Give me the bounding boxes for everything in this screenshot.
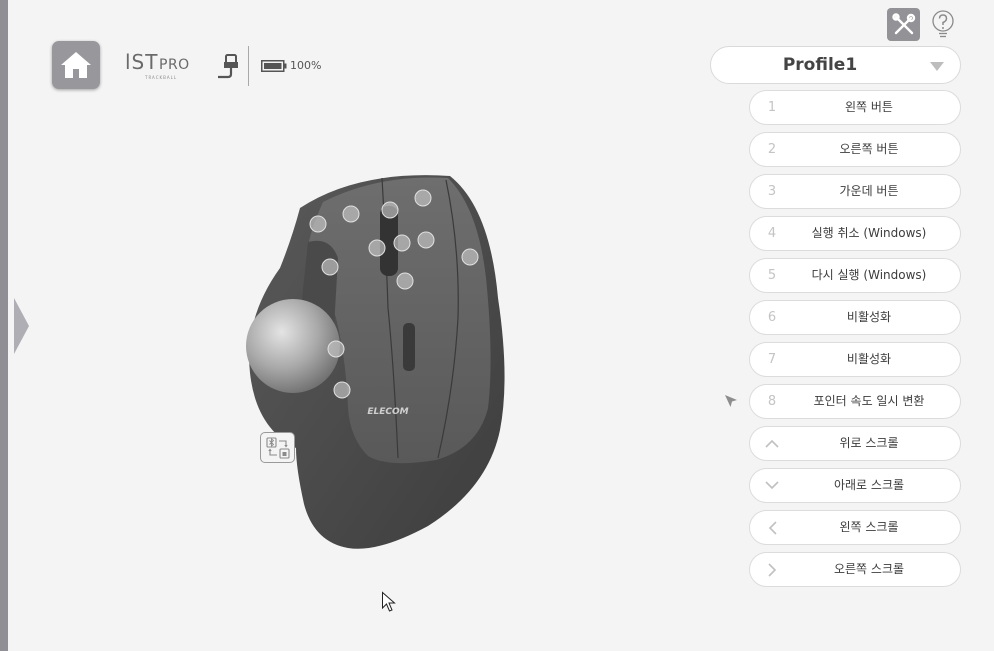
button-3-assignment[interactable]: 3 가운데 버튼 (749, 174, 961, 209)
trackball (246, 299, 340, 393)
trackball-mouse-image: ELECOM (246, 175, 505, 549)
button-number: 3 (767, 184, 777, 199)
button-function-label: 왼쪽 버튼 (845, 100, 893, 114)
settings-tools-button[interactable] (887, 8, 920, 41)
dropdown-triangle-icon (930, 62, 944, 71)
button-function-label: 왼쪽 스크롤 (839, 520, 899, 534)
button-function-label: 다시 실행 (Windows) (811, 268, 927, 282)
button-assignment-list: 1 왼쪽 버튼 2 오른쪽 버튼 3 가운데 버튼 4 실행 취소 (Windows) … (749, 90, 961, 594)
button-7-assignment[interactable]: 7 비활성화 (749, 342, 961, 377)
chevron-up-icon (765, 427, 779, 460)
battery-icon (261, 60, 287, 72)
button-function-label: 실행 취소 (Windows) (811, 226, 927, 240)
product-logo: lST PRO TRACKBALL (125, 50, 200, 82)
button-5-assignment[interactable]: 5 다시 실행 (Windows) (749, 258, 961, 293)
button-1-assignment[interactable]: 1 왼쪽 버튼 (749, 90, 961, 125)
chevron-down-icon (765, 469, 779, 502)
button-number: 5 (767, 268, 777, 283)
home-button[interactable] (52, 41, 100, 89)
device-switch-button[interactable] (260, 432, 295, 463)
chevron-left-icon (765, 511, 779, 544)
button-8-assignment[interactable]: 8 포인터 속도 일시 변환 (749, 384, 961, 419)
scroll-left-assignment[interactable]: 왼쪽 스크롤 (749, 510, 961, 545)
button-number: 8 (767, 394, 777, 409)
button-function-label: 포인터 속도 일시 변환 (813, 394, 925, 408)
button-2-assignment[interactable]: 2 오른쪽 버튼 (749, 132, 961, 167)
lightbulb-help-icon (932, 10, 954, 38)
chevron-right-icon (765, 553, 779, 586)
button-function-label: 비활성화 (846, 352, 892, 366)
profile-dropdown[interactable]: Profile1 (710, 46, 961, 84)
selected-row-pointer-icon (725, 395, 737, 407)
bluetooth-switch-icon (265, 436, 290, 459)
brand-text: ELECOM (367, 407, 408, 417)
button-number: 6 (767, 310, 777, 325)
tilt-slot (403, 323, 415, 371)
button-number: 7 (767, 352, 777, 367)
button-number: 1 (767, 100, 777, 115)
button-6-assignment[interactable]: 6 비활성화 (749, 300, 961, 335)
button-function-label: 가운데 버튼 (839, 184, 899, 198)
button-function-label: 위로 스크롤 (839, 436, 899, 450)
help-button[interactable] (929, 8, 957, 40)
button-function-label: 오른쪽 스크롤 (833, 562, 905, 576)
header-divider (248, 46, 249, 86)
scroll-up-assignment[interactable]: 위로 스크롤 (749, 426, 961, 461)
left-edge-bar (0, 0, 8, 651)
expand-panel-arrow-icon[interactable] (12, 296, 30, 356)
button-function-label: 아래로 스크롤 (833, 478, 905, 492)
logo-main-text: lST (125, 50, 159, 74)
button-function-label: 비활성화 (846, 310, 892, 324)
scroll-right-assignment[interactable]: 오른쪽 스크롤 (749, 552, 961, 587)
logo-pro-text: PRO (159, 57, 190, 73)
button-number: 4 (767, 226, 777, 241)
home-icon (61, 52, 91, 78)
logo-sub-text: TRACKBALL (145, 75, 178, 80)
tools-icon (891, 12, 915, 34)
mouse-cursor-icon (382, 591, 396, 612)
battery-level: 100% (290, 59, 322, 72)
button-4-assignment[interactable]: 4 실행 취소 (Windows) (749, 216, 961, 251)
usb-receiver-icon (218, 54, 238, 79)
profile-selected-label: Profile1 (782, 55, 858, 75)
scroll-down-assignment[interactable]: 아래로 스크롤 (749, 468, 961, 503)
button-number: 2 (767, 142, 777, 157)
button-function-label: 오른쪽 버튼 (839, 142, 899, 156)
